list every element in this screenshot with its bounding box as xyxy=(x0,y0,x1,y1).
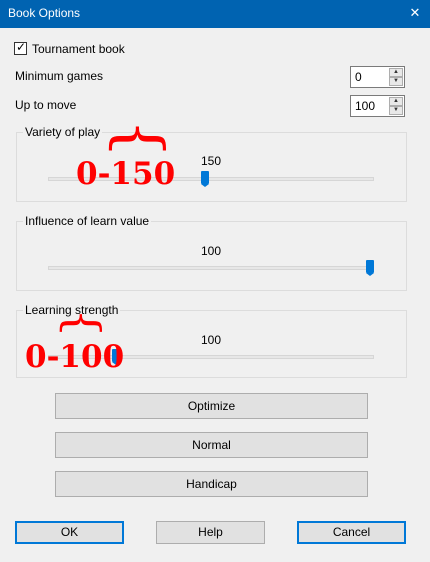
checkmark-icon: ✓ xyxy=(16,40,27,54)
learning-range-annotation: 0-100 xyxy=(25,339,125,375)
spin-down-icon[interactable]: ▼ xyxy=(389,106,403,115)
influence-slider-thumb[interactable] xyxy=(366,260,374,276)
variety-value: 150 xyxy=(200,154,222,168)
variety-range-annotation: 0-150 xyxy=(76,156,176,192)
influence-value: 100 xyxy=(200,244,222,258)
annotation-brace: } xyxy=(98,118,172,159)
help-button[interactable]: Help xyxy=(156,521,265,544)
up-to-move-label: Up to move xyxy=(15,98,77,112)
minimum-games-label: Minimum games xyxy=(15,69,104,83)
window-title: Book Options xyxy=(8,6,81,20)
ok-button[interactable]: OK xyxy=(15,521,124,544)
normal-button[interactable]: Normal xyxy=(55,432,368,458)
optimize-button[interactable]: Optimize xyxy=(55,393,368,419)
variety-slider-thumb[interactable] xyxy=(200,171,209,187)
up-to-move-value[interactable]: 100 xyxy=(355,99,375,113)
minimum-games-spinner[interactable]: 0 ▲ ▼ xyxy=(350,66,405,88)
spin-up-icon[interactable]: ▲ xyxy=(389,97,403,106)
variety-label: Variety of play xyxy=(23,125,103,139)
title-bar: Book Options ✕ xyxy=(0,0,430,28)
tournament-book-label: Tournament book xyxy=(32,42,125,56)
up-to-move-spinner[interactable]: 100 ▲ ▼ xyxy=(350,95,405,117)
tournament-book-checkbox[interactable]: ✓ xyxy=(14,40,27,55)
close-icon[interactable]: ✕ xyxy=(400,0,430,28)
spin-up-icon[interactable]: ▲ xyxy=(389,68,403,77)
learning-value: 100 xyxy=(200,333,222,347)
influence-label: Influence of learn value xyxy=(23,214,152,228)
annotation-brace: } xyxy=(51,308,106,338)
handicap-button[interactable]: Handicap xyxy=(55,471,368,497)
minimum-games-value[interactable]: 0 xyxy=(355,70,362,84)
cancel-button[interactable]: Cancel xyxy=(297,521,406,544)
spin-down-icon[interactable]: ▼ xyxy=(389,77,403,86)
influence-slider-track[interactable] xyxy=(48,266,374,270)
